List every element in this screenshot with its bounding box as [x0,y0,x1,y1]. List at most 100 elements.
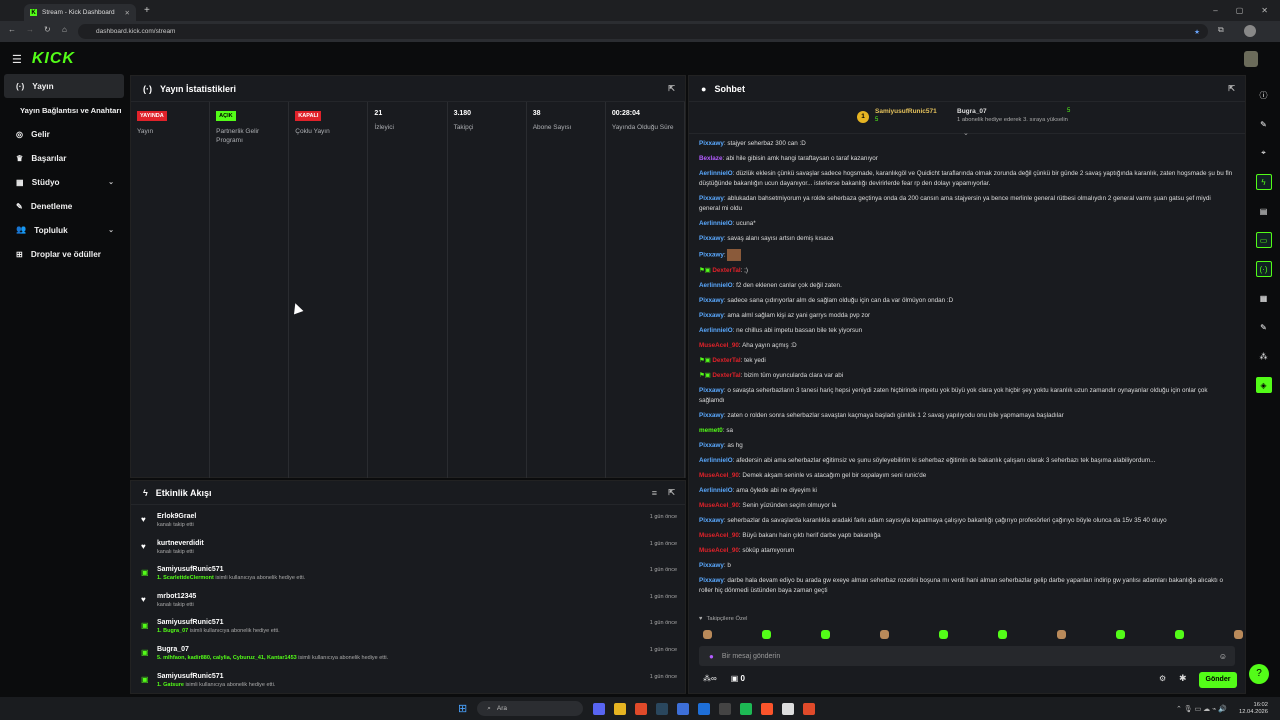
user-avatar[interactable] [1244,51,1258,67]
sidebar-item-basarilar[interactable]: ♛ Başarılar [4,146,124,170]
brave-icon[interactable] [761,702,774,715]
crosshair-icon[interactable]: ⌖ [1256,145,1272,161]
sidebar-item-denetleme[interactable]: ✎ Denetleme [4,194,124,218]
taskbar-search[interactable]: ⌕ Ara [477,701,584,716]
lightning-icon[interactable]: ϟ [1255,174,1272,190]
mic-icon[interactable]: ● [709,652,714,661]
chat-username[interactable]: Pixxawy [699,195,724,202]
chat-username[interactable]: MuseAcel_90 [699,502,739,509]
wrench-icon[interactable]: ✎ [1256,319,1272,335]
chat-username[interactable]: Bexlaze [699,155,722,162]
popout-icon[interactable]: ⇱ [1228,84,1235,93]
sidebar-item-droplar[interactable]: ⊞ Droplar ve ödüller [4,242,124,266]
chat-username[interactable]: Pixxawy [699,517,724,524]
filter-icon[interactable]: ≡ [652,488,657,498]
pencil-icon[interactable]: ✎ [1256,116,1272,132]
chat-username[interactable]: DexterTal [712,267,740,274]
emote-icon[interactable] [880,629,889,639]
back-icon[interactable]: ← [8,25,16,34]
minimize-icon[interactable]: – [1213,6,1217,15]
chat-username[interactable]: AerlinnielO [699,327,733,334]
settings-icon[interactable]: ⚙ [1159,674,1166,683]
help-chat-icon[interactable]: ? [1249,664,1269,684]
sidebar-item-studyo[interactable]: ▦ Stüdyo ⌄ [4,170,124,194]
chat-username[interactable]: Pixxawy [699,140,724,147]
chat-username[interactable]: memet0 [699,427,723,434]
info-icon[interactable]: ⓘ [1256,87,1272,103]
folder-icon[interactable] [614,702,627,715]
app-icon[interactable]: ◈ [1255,377,1272,393]
second-name[interactable]: Bugra_07 [957,108,987,115]
bookmark-star-icon[interactable]: ★ [1194,28,1200,36]
chat-username[interactable]: MuseAcel_90 [699,547,739,554]
chat-username[interactable]: Pixxawy [699,297,724,304]
discord-icon[interactable] [593,702,606,715]
chat-username[interactable]: Pixxawy [699,577,724,584]
chrome-icon[interactable] [803,702,816,715]
windows-start-icon[interactable]: ⊞ [458,702,467,715]
infinity-icon[interactable]: ⁂∞ [703,674,717,683]
layers-icon[interactable]: ▦ [1256,290,1272,306]
chat-username[interactable]: MuseAcel_90 [699,532,739,539]
menu-icon[interactable]: ☰ [12,53,22,66]
new-tab-icon[interactable]: + [144,5,150,16]
chat-username[interactable]: Pixxawy [699,562,724,569]
app-icon[interactable] [677,702,690,715]
clock[interactable]: 16:02 12.04.2026 [1239,702,1268,716]
emote-icon[interactable] [703,629,712,639]
home-icon[interactable]: ⌂ [62,25,67,34]
broadcast-icon[interactable]: (·) [1255,261,1272,277]
tray-icons[interactable]: ⌃ 🎙 ▭ ☁ ⌁ 🔊 [1176,705,1227,713]
chat-username[interactable]: Pixxawy [699,412,724,419]
vscode-icon[interactable] [698,702,711,715]
kick-logo[interactable]: KICK [32,50,75,68]
sidebar-item-stream-key[interactable]: Yayın Bağlantısı ve Anahtarı [4,98,124,122]
chat-username[interactable]: AerlinnielO [699,220,733,227]
extensions-icon[interactable]: ⧉ [1218,25,1224,35]
activity-user[interactable]: SamiyusufRunic571 [157,673,275,680]
emote-icon[interactable] [821,629,830,639]
chat-username[interactable]: Pixxawy [699,387,724,394]
emoji-icon[interactable]: ☺ [1219,652,1227,661]
emote-icon[interactable] [1116,629,1125,639]
emote-icon[interactable] [1057,629,1066,639]
document-icon[interactable]: ▤ [1256,203,1272,219]
notion-icon[interactable] [782,702,795,715]
people-icon[interactable]: ⁂ [1256,348,1272,364]
activity-user[interactable]: SamiyusufRunic571 [157,619,280,626]
chat-username[interactable]: AerlinnielO [699,282,733,289]
browser-tab[interactable]: K Stream - Kick Dashboard ✕ [24,4,136,21]
popout-icon[interactable]: ⇱ [668,84,675,93]
maximize-icon[interactable]: ▢ [1236,6,1244,15]
emote-icon[interactable] [1234,629,1243,639]
emote-icon[interactable] [1175,629,1184,639]
chevron-down-icon[interactable]: ⌄ [963,129,969,137]
github-icon[interactable] [719,702,732,715]
chat-username[interactable]: Pixxawy [699,252,724,259]
chat-username[interactable]: MuseAcel_90 [699,342,739,349]
close-tab-icon[interactable]: ✕ [125,9,130,17]
chrome-icon[interactable] [635,702,648,715]
sidebar-item-topluluk[interactable]: 👥 Topluluk ⌄ [4,218,124,242]
emote-icon[interactable] [762,629,771,639]
chat-username[interactable]: Pixxawy [699,312,724,319]
activity-user[interactable]: Bugra_07 [157,646,388,653]
profile-avatar[interactable] [1244,25,1256,37]
chat-icon[interactable]: ▭ [1255,232,1272,248]
chat-username[interactable]: Pixxawy [699,235,724,242]
forward-icon[interactable]: → [26,25,34,34]
sidebar-item-yayin[interactable]: (·) Yayın [4,74,124,98]
emote-icon[interactable] [939,629,948,639]
window-close-icon[interactable]: ✕ [1261,6,1268,15]
sidebar-item-gelir[interactable]: ◎ Gelir [4,122,124,146]
chat-username[interactable]: DexterTal [712,357,740,364]
chat-username[interactable]: MuseAcel_90 [699,472,739,479]
reload-icon[interactable]: ↻ [44,25,51,34]
chat-username[interactable]: AerlinnielO [699,487,733,494]
activity-user[interactable]: kurtneverdidit [157,540,204,547]
emote-icon[interactable] [998,629,1007,639]
activity-user[interactable]: Erlok9Grael [157,513,196,520]
activity-user[interactable]: mrbot12345 [157,593,196,600]
steam-icon[interactable] [656,702,669,715]
chat-username[interactable]: Pixxawy [699,442,724,449]
